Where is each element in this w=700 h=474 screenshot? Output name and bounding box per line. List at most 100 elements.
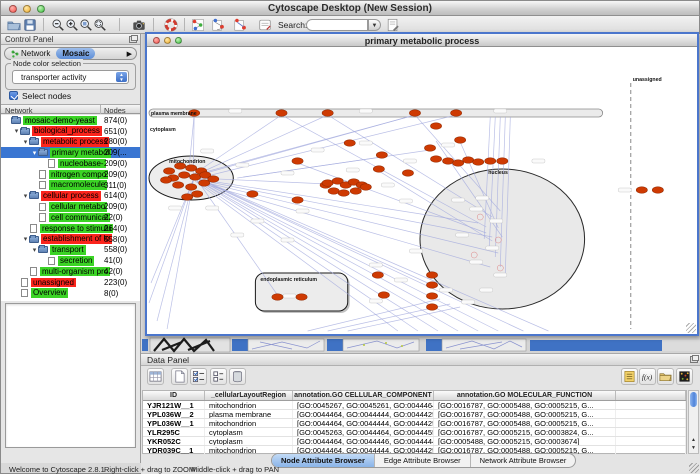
help-icon[interactable] <box>164 18 178 32</box>
import-attributes-icon[interactable] <box>657 368 674 385</box>
expand-arrow-icon[interactable]: ▾ <box>22 235 29 243</box>
cell-id: YJR121W__1 <box>143 401 205 409</box>
tab-mosaic[interactable]: Mosaic <box>56 48 95 59</box>
edge <box>281 115 486 227</box>
zoom-selected-icon[interactable] <box>79 18 93 32</box>
tree-row[interactable]: mosaic-demo-yeast874(0) <box>1 115 140 126</box>
matrix-icon[interactable] <box>676 368 693 385</box>
annotation-2-icon[interactable] <box>233 18 247 32</box>
node-label-chip <box>490 219 503 223</box>
table-row[interactable]: YPL036W__1mitochondrion[GO:0044464, GO:0… <box>143 419 686 428</box>
network-node <box>409 110 420 117</box>
tree-row[interactable]: unassigned223(0) <box>1 277 140 288</box>
column-region[interactable]: _cellularLayoutRegion <box>205 391 293 400</box>
tree-row[interactable]: Overview8(0) <box>1 288 140 299</box>
expand-arrow-icon[interactable]: ▾ <box>13 127 20 135</box>
cell-cellular: [GO:0045263, GO:0044464, GO:0044455, G..… <box>293 428 434 436</box>
table-row[interactable]: YJR121W__1mitochondrion[GO:0045267, GO:0… <box>143 401 686 410</box>
node-color-dropdown[interactable]: transporter activity ▲▼ <box>12 70 129 84</box>
edge <box>157 181 193 321</box>
folder-icon <box>29 236 39 243</box>
edge <box>167 181 193 329</box>
attribute-batch-icon[interactable] <box>621 368 638 385</box>
tree-row[interactable]: ▾establishment of lo558(0) <box>1 234 140 245</box>
tree-node-label: macromolecule <box>49 180 107 190</box>
scroll-down-icon[interactable]: ▼ <box>689 444 698 452</box>
node-label-chip <box>369 299 382 303</box>
network-view-icon[interactable] <box>191 18 205 32</box>
tree-node-count: 209(0) <box>104 170 127 179</box>
expand-arrow-icon[interactable]: ▾ <box>31 149 38 157</box>
tree-row[interactable]: nitrogen compo209(0) <box>1 169 140 180</box>
float-panel-icon[interactable] <box>129 36 137 43</box>
delete-attribute-icon[interactable] <box>229 368 246 385</box>
birds-eye-view[interactable] <box>5 303 136 448</box>
network-node <box>426 272 437 279</box>
tree-row[interactable]: ▾transport558(0) <box>1 245 140 256</box>
tree-row[interactable]: ▾cellular process614(0) <box>1 191 140 202</box>
tree-row[interactable]: cellular metabo209(0) <box>1 201 140 212</box>
file-icon <box>39 181 46 190</box>
tree-node-count: 558(0) <box>104 245 127 254</box>
column-id[interactable]: ID <box>143 391 205 400</box>
tree-node-count: 209(... <box>104 148 127 157</box>
network-node <box>424 145 435 152</box>
table-row[interactable]: YPL036W__2plasma membrane[GO:0044464, GO… <box>143 410 686 419</box>
attribute-table-icon[interactable] <box>147 368 164 385</box>
form-icon[interactable] <box>258 18 272 32</box>
frame-resize-grip[interactable] <box>686 323 696 333</box>
network-node <box>455 137 466 144</box>
node-label-chip <box>442 143 455 147</box>
network-node <box>186 165 197 172</box>
tree-row[interactable]: secretion41(0) <box>1 255 140 266</box>
expand-arrow-icon[interactable]: ▾ <box>22 138 29 146</box>
open-icon[interactable] <box>7 18 21 32</box>
scrollbar-thumb[interactable] <box>690 392 697 407</box>
tree-row[interactable]: nucleobase-209(0) <box>1 158 140 169</box>
new-attribute-icon[interactable] <box>171 368 188 385</box>
save-icon[interactable] <box>23 18 37 32</box>
tree-row[interactable]: ▾metabolic process280(0) <box>1 137 140 148</box>
float-panel-icon[interactable] <box>690 356 698 363</box>
tree-row[interactable]: ▾biological_process651(0) <box>1 126 140 137</box>
network-node <box>338 190 349 197</box>
column-cellular-component[interactable]: annotation.GO CELLULAR_COMPONENT <box>293 391 434 400</box>
network-node <box>182 194 193 201</box>
select-nodes-checkbox[interactable] <box>9 91 18 100</box>
node-label-chip <box>494 273 507 277</box>
network-canvas[interactable]: plasma membranecytoplasmmitochondrionnuc… <box>147 47 697 334</box>
table-scrollbar[interactable]: ▲ ▼ <box>688 390 699 454</box>
tree-header: Network Nodes <box>1 104 140 114</box>
table-row[interactable]: YLR295Ccytoplasm[GO:0045263, GO:0044464,… <box>143 428 686 437</box>
node-label-chip <box>296 209 309 213</box>
attribute-table[interactable]: ID _cellularLayoutRegion annotation.GO C… <box>142 390 687 454</box>
zoom-fit-icon[interactable] <box>93 18 107 32</box>
select-attributes-icon[interactable] <box>190 368 207 385</box>
expand-arrow-icon[interactable]: ▾ <box>31 246 38 254</box>
table-row[interactable]: YKR052Ccytoplasm[GO:0044464, GO:0044446,… <box>143 437 686 446</box>
search-dropdown-button[interactable]: ▼ <box>368 19 381 31</box>
snapshot-icon[interactable] <box>132 18 146 32</box>
expand-arrow-icon[interactable]: ▾ <box>22 192 29 200</box>
annotation-1-icon[interactable] <box>211 18 225 32</box>
tree-row[interactable]: multi-organism pro42(0) <box>1 266 140 277</box>
network-node <box>344 140 355 147</box>
tree-row[interactable]: response to stimulu264(0) <box>1 223 140 234</box>
zoom-out-icon[interactable] <box>51 18 65 32</box>
network-node <box>296 294 307 301</box>
tab-network[interactable]: Network <box>5 48 56 59</box>
zoom-in-icon[interactable] <box>65 18 79 32</box>
column-molecular-function[interactable]: annotation.GO MOLECULAR_FUNCTION <box>434 391 616 400</box>
search-config-icon[interactable] <box>386 18 400 32</box>
attribute-list-icon[interactable] <box>210 368 227 385</box>
function-builder-icon[interactable]: f(x) <box>639 368 656 385</box>
tree-row[interactable]: macromolecule311(0) <box>1 180 140 191</box>
window-resize-grip[interactable] <box>689 463 699 473</box>
search-input[interactable] <box>306 19 368 31</box>
tree-row[interactable]: ▾primary metabol209(... <box>1 147 140 158</box>
network-frame-titlebar[interactable]: primary metabolic process <box>147 34 697 47</box>
node-label-chip <box>480 288 493 292</box>
tab-scroll-arrow[interactable]: ▶ <box>127 50 132 58</box>
tree-row[interactable]: cell communicat22(0) <box>1 212 140 223</box>
scroll-up-icon[interactable]: ▲ <box>689 436 698 444</box>
